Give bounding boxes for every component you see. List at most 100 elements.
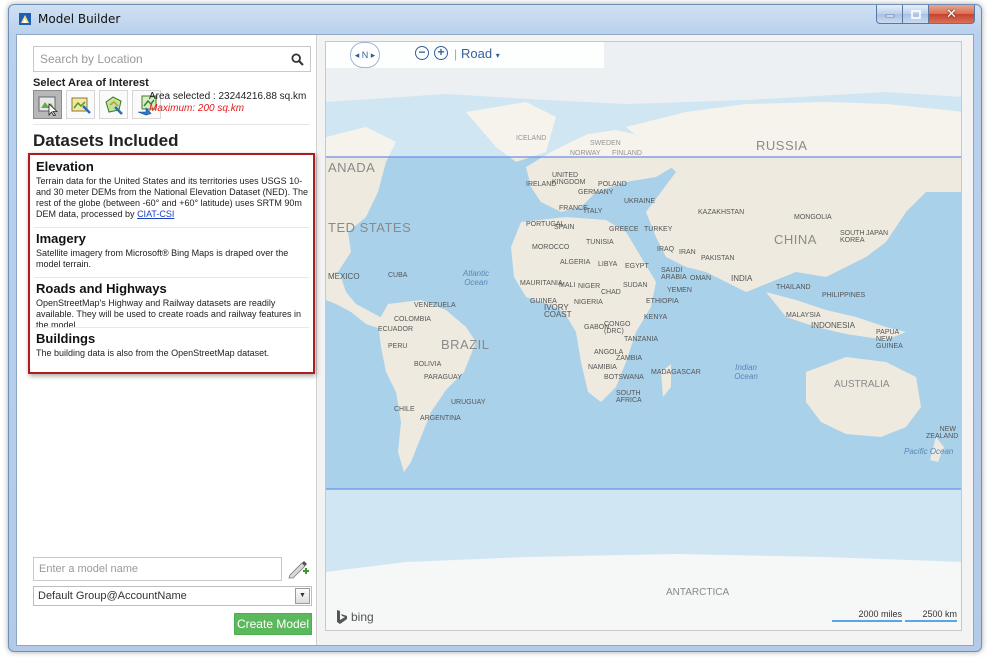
map-label: POLAND (598, 181, 627, 188)
divider (33, 124, 310, 125)
map-label: ARGENTINA (420, 415, 461, 422)
zoom-out-button[interactable]: − (415, 46, 429, 60)
map-label: PERU (388, 343, 408, 350)
compass-right-icon: ▸ (368, 49, 376, 60)
map-label: BOTSWANA (604, 374, 644, 381)
bing-logo: bing (336, 610, 374, 624)
client-area: Select Area of Interest (16, 34, 974, 646)
dataset-elevation: Elevation Terrain data for the United St… (36, 159, 308, 220)
draw-rectangle-button[interactable] (66, 90, 95, 119)
divider (34, 227, 309, 228)
map-view[interactable]: ◂ N ▸ − + | Road ▾ RUSSIA ANADA TED STAT… (325, 41, 962, 631)
group-select[interactable]: Default Group@AccountName ▼ (33, 586, 312, 606)
app-icon (19, 13, 31, 25)
map-label: TURKEY (644, 226, 673, 233)
ciat-csi-link[interactable]: CIAT-CSI (137, 209, 174, 219)
bing-label: bing (351, 610, 374, 624)
map-label: URUGUAY (451, 399, 486, 406)
map-style-dropdown[interactable]: Road ▾ (461, 46, 500, 61)
map-label: ETHIOPIA (646, 298, 679, 305)
close-button[interactable]: ✕ (929, 5, 975, 24)
scale-bar (832, 620, 902, 622)
map-label: CHAD (601, 289, 621, 296)
map-label: TED STATES (328, 220, 412, 235)
map-label: PHILIPPINES (822, 292, 866, 299)
polygon-select-icon (104, 95, 123, 115)
scale-km: 2500 km (905, 609, 957, 622)
map-label: PARAGUAY (424, 374, 462, 381)
divider (34, 277, 309, 278)
map-label: BOLIVIA (414, 361, 442, 368)
area-maximum-text: Maximum: 200 sq.km (149, 103, 245, 114)
map-label: GABON (584, 324, 610, 331)
map-label: TANZANIA (624, 336, 659, 343)
minimize-icon (885, 14, 894, 18)
map-label: GREECE (609, 226, 639, 233)
group-selected-value: Default Group@AccountName (38, 590, 187, 602)
search-box (33, 46, 311, 72)
dropdown-arrow-icon[interactable]: ▼ (295, 588, 310, 604)
map-label: SAUDI ARABIA (661, 267, 687, 281)
dataset-name: Roads and Highways (36, 281, 167, 296)
map-style-label: Road (461, 46, 493, 61)
map-label: MADAGASCAR (651, 369, 701, 376)
search-input[interactable] (34, 47, 282, 71)
map-label: PAKISTAN (701, 255, 735, 262)
map-label: ITALY (584, 208, 603, 215)
map-label: IRAQ (657, 246, 675, 253)
map-label: MEXICO (328, 272, 360, 281)
map-label: INDIA (731, 274, 753, 283)
map-label: NORWAY (570, 150, 601, 157)
create-model-button[interactable]: Create Model (234, 613, 312, 635)
map-label: MAURITANIA (520, 280, 563, 287)
window-title: Model Builder (38, 12, 121, 26)
model-name-edit-button[interactable] (287, 557, 311, 581)
map-label: ANADA (328, 160, 376, 175)
select-current-view-button[interactable] (33, 90, 62, 119)
map-label: NAMIBIA (588, 364, 617, 371)
area-selected-text: Area selected : 23244216.88 sq.km (149, 91, 307, 102)
map-label: PAPUA NEW GUINEA (876, 329, 903, 350)
zoom-out-icon: − (418, 45, 426, 59)
pencil-edit-icon (288, 561, 309, 579)
dataset-name: Imagery (36, 231, 86, 246)
map-label: BRAZIL (441, 337, 490, 352)
map-label: IRAN (679, 249, 696, 256)
model-name-input[interactable] (34, 558, 281, 580)
map-label: Pacific Ocean (904, 447, 954, 456)
scale-bar (905, 620, 957, 622)
draw-polygon-button[interactable] (99, 90, 128, 119)
search-button[interactable] (284, 47, 310, 71)
chevron-down-icon: ▾ (495, 51, 500, 60)
map-label: IVORY COAST (544, 303, 572, 319)
map-label: ZAMBIA (616, 355, 643, 362)
minimize-button[interactable] (876, 5, 903, 24)
map-label: INDONESIA (811, 321, 856, 330)
compass-navigator[interactable]: ◂ N ▸ (350, 42, 380, 68)
map-label: OMAN (690, 275, 711, 282)
maximize-button[interactable] (903, 5, 929, 24)
map-label: SWEDEN (590, 140, 621, 147)
map-label: PORTUGAL (526, 221, 565, 228)
map-label: MOROCCO (532, 244, 570, 251)
map-label: Indian Ocean (734, 363, 758, 381)
title-bar[interactable]: Model Builder ✕ (9, 5, 981, 33)
map-label: TUNISIA (586, 239, 614, 246)
map-label: KENYA (644, 314, 668, 321)
scale-miles-label: 2000 miles (858, 609, 902, 619)
map-label: SOUTH KOREA (840, 230, 865, 244)
rectangle-select-icon (71, 97, 91, 114)
left-panel: Select Area of Interest (17, 35, 317, 645)
zoom-in-button[interactable]: + (434, 46, 448, 60)
search-icon (290, 52, 304, 66)
zoom-in-icon: + (437, 45, 445, 59)
map-label: YEMEN (667, 287, 692, 294)
area-tools (33, 90, 161, 119)
scale-miles: 2000 miles (832, 609, 902, 622)
dataset-name: Buildings (36, 331, 96, 346)
select-view-icon (38, 96, 58, 116)
map-label: SOUTH AFRICA (616, 390, 642, 404)
map-label: FINLAND (612, 150, 642, 157)
dataset-description: The building data is also from the OpenS… (36, 348, 270, 358)
dataset-imagery: Imagery Satellite imagery from Microsoft… (36, 231, 308, 270)
